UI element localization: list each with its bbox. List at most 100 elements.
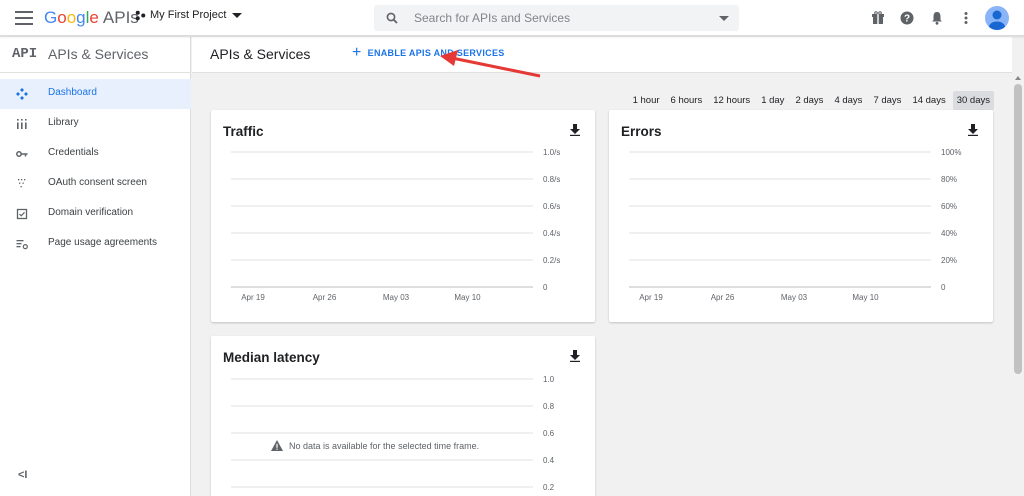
x-tick-label: May 03 [781, 293, 808, 302]
y-tick-label: 0.8/s [543, 175, 560, 184]
y-tick-label: 0.6/s [543, 202, 560, 211]
time-range-selector: 1 hour 6 hours 12 hours 1 day 2 days 4 d… [626, 91, 994, 110]
checkbox-icon [16, 208, 28, 220]
sidebar-item-label: Page usage agreements [48, 237, 157, 248]
errors-card: Errors 100% 80% 60% 40% 20% 0 Apr 19 Apr 26 May … [609, 110, 993, 322]
logo-letter: o [57, 8, 67, 27]
menu-icon[interactable] [15, 11, 33, 25]
x-tick-label: Apr 19 [241, 293, 265, 302]
avatar[interactable] [985, 6, 1009, 30]
chevron-down-icon [232, 12, 243, 18]
sidebar-item-domain-verification[interactable]: Domain verification [0, 199, 191, 229]
y-tick-label: 0 [941, 283, 946, 292]
settings-list-icon [16, 240, 28, 250]
sidebar-item-label: Domain verification [48, 207, 134, 218]
y-tick-label: 60% [941, 202, 957, 211]
x-tick-label: Apr 26 [313, 293, 337, 302]
x-tick-label: Apr 26 [711, 293, 735, 302]
consent-icon [18, 179, 26, 188]
project-name: My First Project [150, 9, 227, 21]
scroll-up-icon[interactable] [1015, 76, 1021, 80]
sidebar-item-credentials[interactable]: Credentials [0, 139, 191, 169]
sidebar-nav: Dashboard Library Credentials OAuth cons… [0, 79, 191, 259]
sidebar-item-dashboard[interactable]: Dashboard [0, 79, 191, 109]
help-icon[interactable]: ? [899, 10, 915, 26]
warning-icon [271, 440, 283, 451]
y-tick-label: 0.6 [543, 429, 555, 438]
y-tick-label: 1.0/s [543, 148, 560, 157]
sidebar-item-library[interactable]: Library [0, 109, 191, 139]
google-apis-logo[interactable]: Google APIs [44, 8, 139, 28]
x-tick-label: Apr 19 [639, 293, 663, 302]
project-selector[interactable]: My First Project [135, 9, 243, 21]
time-range-option[interactable]: 7 days [869, 91, 905, 110]
time-range-option[interactable]: 30 days [952, 91, 994, 110]
y-tick-label: 100% [941, 148, 961, 157]
account-icon [989, 10, 1005, 30]
scrollbar-thumb[interactable] [1014, 84, 1022, 374]
y-tick-label: 40% [941, 229, 957, 238]
search-icon [386, 12, 398, 24]
y-tick-label: 0.2/s [543, 256, 560, 265]
no-data-message: No data is available for the selected ti… [271, 440, 479, 451]
top-bar: GoogleAPIs My First Project ? [0, 0, 1024, 36]
sidebar-item-oauth-consent[interactable]: OAuth consent screen [0, 169, 191, 199]
gift-icon[interactable] [870, 10, 886, 26]
logo-letter: G [44, 8, 58, 27]
y-tick-label: 0.4 [543, 456, 555, 465]
page-title: APIs & Services [210, 46, 311, 62]
x-tick-label: May 10 [852, 293, 879, 302]
library-icon [17, 119, 27, 129]
scrollbar[interactable] [1012, 74, 1024, 496]
time-range-option[interactable]: 4 days [830, 91, 866, 110]
search-input[interactable] [414, 9, 704, 27]
sidebar-item-label: Credentials [48, 147, 99, 158]
y-tick-label: 80% [941, 175, 957, 184]
traffic-card: Traffic 1.0/s 0.8/s 0.6/s 0.4/s 0.2/s 0 Apr 19… [211, 110, 595, 322]
time-range-option[interactable]: 1 hour [629, 91, 664, 110]
y-tick-label: 0.8 [543, 402, 555, 411]
sidebar-item-label: Library [48, 117, 79, 128]
key-icon [16, 151, 28, 157]
sidebar-item-label: OAuth consent screen [48, 177, 147, 188]
sidebar-header: API APIs & Services [0, 37, 191, 73]
annotation-arrow-icon [440, 50, 541, 78]
sidebar: API APIs & Services Dashboard Library Cr… [0, 37, 191, 496]
x-tick-label: May 03 [383, 293, 410, 302]
sidebar-title: APIs & Services [48, 46, 149, 62]
sidebar-item-page-usage[interactable]: Page usage agreements [0, 229, 191, 259]
median-latency-chart: 1.0 0.8 0.6 0.4 0.2 [231, 375, 555, 492]
sidebar-item-label: Dashboard [48, 87, 97, 98]
project-icon [135, 10, 146, 20]
no-data-text: No data is available for the selected ti… [289, 440, 480, 451]
y-tick-label: 20% [941, 256, 957, 265]
dashboard-content: 1 hour 6 hours 12 hours 1 day 2 days 4 d… [192, 74, 1012, 496]
api-logo-icon: API [12, 46, 38, 62]
time-range-option[interactable]: 14 days [908, 91, 949, 110]
logo-letter: o [66, 8, 77, 27]
y-tick-label: 0.4/s [543, 229, 560, 238]
logo-letter: e [89, 8, 99, 27]
time-range-option[interactable]: 1 day [757, 91, 788, 110]
more-vert-icon[interactable] [958, 10, 974, 26]
traffic-chart: 1.0/s 0.8/s 0.6/s 0.4/s 0.2/s 0 Apr 19 Apr 26 Ma… [231, 148, 560, 302]
svg-text:?: ? [904, 14, 910, 25]
y-tick-label: 1.0 [543, 375, 555, 384]
dashboard-icon [16, 88, 28, 100]
main-header: APIs & Services + ENABLE APIS AND SERVIC… [192, 37, 1012, 73]
search-bar[interactable] [374, 5, 739, 31]
y-tick-label: 0 [543, 283, 548, 292]
y-tick-label: 0.2 [543, 483, 555, 492]
time-range-option[interactable]: 6 hours [667, 91, 707, 110]
logo-apis-text: APIs [102, 8, 139, 27]
time-range-option[interactable]: 2 days [791, 91, 827, 110]
search-dropdown-icon[interactable] [719, 16, 729, 21]
median-latency-card: Median latency 1.0 0.8 0.6 0.4 0.2 No data i… [211, 336, 595, 496]
plus-icon: + [352, 44, 362, 61]
bell-icon[interactable] [929, 10, 945, 26]
logo-letter: g [76, 8, 86, 27]
time-range-option[interactable]: 12 hours [709, 91, 754, 110]
x-tick-label: May 10 [454, 293, 481, 302]
collapse-sidebar-button[interactable]: <I [18, 469, 27, 481]
errors-chart: 100% 80% 60% 40% 20% 0 Apr 19 Apr 26 May 03 May 1… [629, 148, 961, 302]
